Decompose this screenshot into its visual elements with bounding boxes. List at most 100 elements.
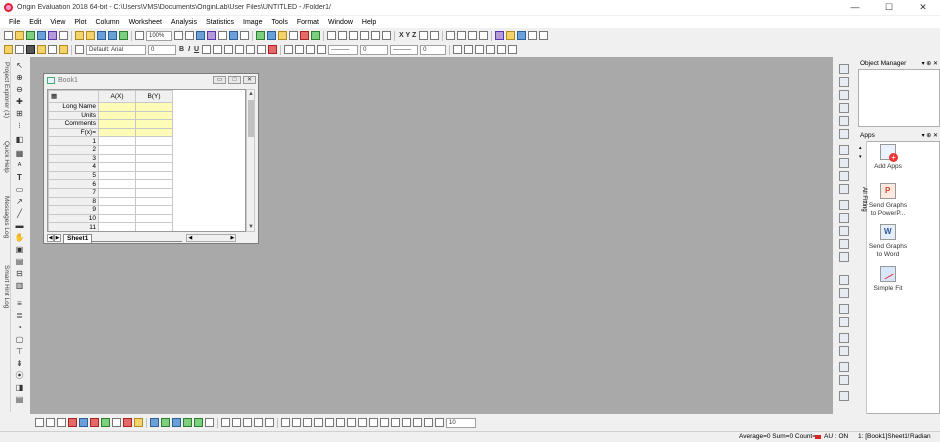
move-last-icon[interactable] (479, 31, 489, 40)
plot-line-icon[interactable] (4, 45, 13, 54)
script-icon[interactable] (289, 31, 298, 40)
cell[interactable] (135, 170, 173, 181)
mini-toolbar-icon[interactable]: ⇟ (14, 359, 25, 369)
cell[interactable] (135, 179, 173, 189)
scroll-thumb[interactable] (248, 100, 254, 137)
row-label-fx[interactable]: F(x)= (48, 127, 99, 138)
set-label-icon[interactable] (430, 31, 440, 40)
cell[interactable] (98, 127, 136, 138)
apps-filter-tabs[interactable]: All Fitting (858, 179, 867, 219)
status-autoupdate[interactable]: AU : ON (824, 433, 848, 440)
underline-button[interactable]: U (194, 46, 199, 53)
scroll-right-icon[interactable]: ▶ (230, 235, 234, 241)
3d-plot-icon[interactable] (150, 418, 159, 427)
graph-tool-5-icon[interactable] (839, 116, 849, 126)
worksheet-grid[interactable]: ▦ A(X) B(Y) Long Name Units Comments F(x… (47, 89, 246, 232)
menu-view[interactable]: View (46, 19, 70, 26)
pie-chart-icon[interactable] (90, 418, 99, 427)
zoom-in-tool-icon[interactable]: ⊕ (14, 73, 25, 83)
menu-file[interactable]: File (5, 19, 25, 26)
pattern-icon[interactable] (295, 45, 305, 54)
cell[interactable] (135, 222, 173, 231)
object-align-15-icon[interactable] (435, 418, 444, 427)
surface-icon[interactable] (172, 418, 181, 427)
line-width-combo[interactable]: 0 (360, 44, 389, 55)
move-first-icon[interactable] (468, 31, 478, 40)
save-template-icon[interactable] (108, 31, 117, 40)
layer-5-icon[interactable] (265, 418, 274, 427)
scroll-up-icon[interactable]: ▲ (247, 90, 255, 98)
row-number[interactable]: 8 (48, 196, 99, 207)
menu-tools[interactable]: Tools (267, 19, 292, 26)
close-button[interactable]: ✕ (906, 0, 940, 15)
arrow-tool-icon[interactable]: ↗ (14, 197, 25, 207)
graph-tool-2-icon[interactable] (839, 77, 849, 87)
align-right-icon[interactable]: ≣ (14, 311, 25, 321)
annotation-icon[interactable]: ᴬ (14, 161, 25, 171)
next-sheet-icon[interactable]: ▶ (54, 234, 61, 242)
row-number[interactable]: 10 (48, 213, 99, 224)
record-icon[interactable]: ⦿ (14, 371, 25, 381)
cell[interactable] (98, 196, 136, 207)
menu-image[interactable]: Image (239, 19, 267, 26)
graph-tool-11-icon[interactable] (839, 200, 849, 210)
graph-tool-23-icon[interactable] (839, 375, 849, 385)
text-tool-icon[interactable]: T (14, 173, 25, 183)
tab-messages-log[interactable]: Messages Log (0, 193, 11, 241)
select-all-corner[interactable]: ▦ (48, 90, 99, 103)
decrease-font-icon[interactable] (246, 45, 256, 54)
image-tool-icon[interactable]: ▤ (14, 257, 25, 267)
merge-icon[interactable] (475, 45, 485, 54)
plot-column-icon[interactable] (26, 45, 35, 54)
object-align-6-icon[interactable] (336, 418, 345, 427)
bar-plot-icon[interactable] (123, 418, 132, 427)
scroll-left-icon[interactable]: ◀ (188, 235, 192, 241)
new-matrix-icon[interactable] (48, 31, 57, 40)
line-symbol-icon[interactable] (57, 418, 66, 427)
cell[interactable] (135, 136, 173, 146)
plot-template-icon[interactable] (48, 45, 57, 54)
object-icon[interactable]: ▢ (14, 335, 25, 345)
cell[interactable] (135, 205, 173, 215)
cell[interactable] (135, 153, 173, 164)
app-simple-fit[interactable]: Simple Fit (868, 266, 908, 293)
cell[interactable] (98, 110, 136, 121)
mask-tool-icon[interactable]: ◧ (14, 135, 25, 145)
graph-tool-8-icon[interactable] (839, 158, 849, 168)
object-align-7-icon[interactable] (347, 418, 356, 427)
row-label-long-name[interactable]: Long Name (48, 102, 99, 112)
tool1-icon[interactable] (495, 31, 505, 40)
graph-tool-17-icon[interactable] (839, 288, 849, 298)
object-manager-controls[interactable]: ▾ ⊕ ✕ (922, 60, 938, 67)
app-send-graphs-powerpoint[interactable]: Send Graphs to PowerP... (868, 183, 908, 218)
table-icon[interactable] (278, 31, 287, 40)
prev-sheet-icon[interactable]: ◀ (47, 234, 54, 242)
data-reader-icon[interactable]: ✚ (14, 97, 25, 107)
template-library-icon[interactable] (205, 418, 214, 427)
sort-icon[interactable] (360, 31, 369, 40)
graph-tool-24-icon[interactable] (839, 391, 849, 401)
cell[interactable] (98, 170, 136, 181)
font-icon[interactable] (75, 45, 84, 54)
graph-tool-3-icon[interactable] (839, 90, 849, 100)
new-folder-icon[interactable] (15, 31, 24, 40)
move-right-icon[interactable] (457, 31, 467, 40)
line-plot-icon[interactable] (35, 418, 44, 427)
graph-tool-13-icon[interactable] (839, 226, 849, 236)
zoom-out-tool-icon[interactable]: ⊖ (14, 85, 25, 95)
project-explorer-icon[interactable] (256, 31, 265, 40)
increase-font-icon[interactable] (235, 45, 245, 54)
minimize-button[interactable]: — (838, 0, 872, 15)
image-icon[interactable] (267, 31, 276, 40)
row-number[interactable]: 7 (48, 187, 99, 198)
graph-tool-21-icon[interactable] (839, 346, 849, 356)
tool5-icon[interactable] (539, 31, 549, 40)
row-number[interactable]: 4 (48, 162, 99, 172)
unmerge-icon[interactable] (486, 45, 496, 54)
cell[interactable] (135, 196, 173, 207)
graph-tool-14-icon[interactable] (839, 239, 849, 249)
object-align-2-icon[interactable] (292, 418, 301, 427)
draw-data-icon[interactable]: ⁝ (14, 121, 25, 131)
scatter-plot-icon[interactable] (46, 418, 55, 427)
horizontal-scrollbar[interactable]: ◀ ▶ (186, 234, 237, 242)
